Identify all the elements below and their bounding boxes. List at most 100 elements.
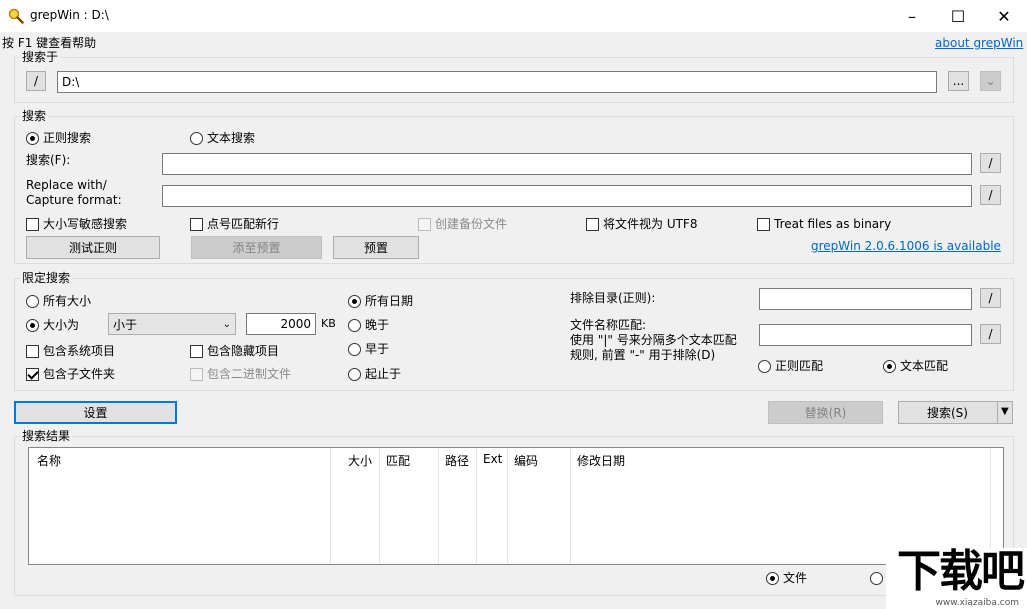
text-match-label: 文本匹配 <box>900 359 949 373</box>
include-subfolders-checkbox[interactable] <box>26 367 39 381</box>
size-is-option[interactable]: 大小为 <box>26 318 79 332</box>
help-hint: 按 F1 键查看帮助 <box>2 36 97 50</box>
size-is-label: 大小为 <box>43 318 80 332</box>
text-match-option[interactable]: 文本匹配 <box>883 359 948 373</box>
column-divider <box>438 448 439 564</box>
text-search-label: 文本搜索 <box>207 131 256 145</box>
column-header-modified[interactable]: 修改日期 <box>577 452 625 469</box>
include-subfolders-label: 包含子文件夹 <box>43 367 116 381</box>
exclude-dirs-input[interactable] <box>759 288 972 310</box>
replace-regex-button[interactable]: / <box>980 185 1001 205</box>
column-header-path[interactable]: 路径 <box>445 452 469 469</box>
update-available-link[interactable]: grepWin 2.0.6.1006 is available <box>811 239 1001 253</box>
search-input[interactable] <box>162 153 972 175</box>
include-binary-option[interactable]: 包含二进制文件 <box>190 367 291 381</box>
magnifier-icon <box>8 8 24 24</box>
include-system-checkbox[interactable] <box>26 344 39 358</box>
watermark-logo: 下载吧 www.xiazaiba.com <box>886 546 1027 609</box>
size-is-radio[interactable] <box>26 318 39 332</box>
text-match-radio[interactable] <box>883 359 896 373</box>
add-preset-button[interactable]: 添至预置 <box>191 236 322 259</box>
text-search-option[interactable]: 文本搜索 <box>190 131 255 145</box>
search-button[interactable]: 搜索(S) ▼ <box>898 401 1013 424</box>
size-operator-value: 小于 <box>113 317 138 332</box>
include-binary-checkbox[interactable] <box>190 367 203 381</box>
file-match-input[interactable] <box>759 324 972 346</box>
regex-match-radio[interactable] <box>758 359 771 373</box>
search-path-input[interactable]: D:\ <box>57 71 937 93</box>
regex-match-label: 正则匹配 <box>775 359 824 373</box>
replace-button[interactable]: 替换(R) <box>768 401 883 424</box>
treat-binary-option[interactable]: Treat files as binary <box>757 217 891 231</box>
column-divider <box>379 448 380 564</box>
path-regex-button[interactable]: / <box>26 71 46 91</box>
column-divider <box>507 448 508 564</box>
newer-than-radio[interactable] <box>348 318 361 332</box>
title-bar: grepWin : D:\ – ☐ ✕ <box>0 0 1027 32</box>
column-header-size[interactable]: 大小 <box>348 452 372 469</box>
include-hidden-checkbox[interactable] <box>190 344 203 358</box>
column-header-matches[interactable]: 匹配 <box>386 452 410 469</box>
all-dates-radio[interactable] <box>348 294 361 308</box>
all-dates-option[interactable]: 所有日期 <box>348 294 413 308</box>
exclude-dirs-label: 排除目录(正则): <box>570 291 656 305</box>
exclude-dirs-regex-button[interactable]: / <box>980 288 1001 308</box>
watermark-url: www.xiazaiba.com <box>935 598 1019 608</box>
content-view-radio[interactable] <box>870 571 883 585</box>
limit-search-label: 限定搜索 <box>20 271 73 285</box>
create-backup-label: 创建备份文件 <box>435 217 508 231</box>
all-sizes-option[interactable]: 所有大小 <box>26 294 91 308</box>
files-view-option[interactable]: 文件 <box>766 571 807 585</box>
regex-search-option[interactable]: 正则搜索 <box>26 131 91 145</box>
results-list[interactable]: 名称 大小 匹配 路径 Ext 编码 修改日期 <box>28 447 1004 565</box>
create-backup-checkbox[interactable] <box>418 217 431 231</box>
column-divider <box>330 448 331 564</box>
about-link[interactable]: about grepWin <box>935 36 1023 50</box>
size-operator-select[interactable]: 小于 ⌄ <box>108 313 236 335</box>
text-search-radio[interactable] <box>190 131 203 145</box>
close-button[interactable]: ✕ <box>981 0 1027 32</box>
replace-input[interactable] <box>162 185 972 207</box>
column-header-name[interactable]: 名称 <box>37 452 61 469</box>
files-view-radio[interactable] <box>766 571 779 585</box>
file-match-regex-button[interactable]: / <box>980 324 1001 344</box>
dot-newline-option[interactable]: 点号匹配新行 <box>190 217 279 231</box>
include-hidden-label: 包含隐藏项目 <box>207 344 280 358</box>
include-hidden-option[interactable]: 包含隐藏项目 <box>190 344 279 358</box>
case-sensitive-checkbox[interactable] <box>26 217 39 231</box>
replace-label-line2: Capture format: <box>26 193 122 207</box>
older-than-radio[interactable] <box>348 342 361 356</box>
between-option[interactable]: 起止于 <box>348 367 401 381</box>
newer-than-option[interactable]: 晚于 <box>348 318 389 332</box>
include-subfolders-option[interactable]: 包含子文件夹 <box>26 367 115 381</box>
treat-utf8-option[interactable]: 将文件视为 UTF8 <box>586 217 697 231</box>
treat-utf8-checkbox[interactable] <box>586 217 599 231</box>
regex-search-radio[interactable] <box>26 131 39 145</box>
regex-match-option[interactable]: 正则匹配 <box>758 359 823 373</box>
column-header-ext[interactable]: Ext <box>483 452 502 466</box>
between-radio[interactable] <box>348 367 361 381</box>
dot-newline-checkbox[interactable] <box>190 217 203 231</box>
dropdown-arrow-icon[interactable]: ▼ <box>1001 406 1009 417</box>
browse-button[interactable]: ... <box>948 71 969 91</box>
older-than-option[interactable]: 早于 <box>348 342 389 356</box>
test-regex-button[interactable]: 测试正则 <box>26 236 160 259</box>
search-button-label: 搜索(S) <box>927 406 968 420</box>
all-sizes-radio[interactable] <box>26 294 39 308</box>
create-backup-option[interactable]: 创建备份文件 <box>418 217 507 231</box>
column-header-encoding[interactable]: 编码 <box>514 452 538 469</box>
minimize-button[interactable]: – <box>889 0 935 32</box>
search-regex-button[interactable]: / <box>980 153 1001 173</box>
older-than-label: 早于 <box>365 342 390 356</box>
all-dates-label: 所有日期 <box>365 294 414 308</box>
settings-button[interactable]: 设置 <box>14 401 177 424</box>
maximize-button[interactable]: ☐ <box>935 0 981 32</box>
preset-button[interactable]: 预置 <box>333 236 419 259</box>
replace-label-line1: Replace with/ <box>26 178 107 192</box>
all-sizes-label: 所有大小 <box>43 294 92 308</box>
case-sensitive-option[interactable]: 大小写敏感搜索 <box>26 217 127 231</box>
treat-binary-checkbox[interactable] <box>757 217 770 231</box>
include-system-option[interactable]: 包含系统项目 <box>26 344 115 358</box>
path-history-button[interactable]: ⌄ <box>980 71 1001 91</box>
size-value-input[interactable]: 2000 <box>246 313 316 335</box>
